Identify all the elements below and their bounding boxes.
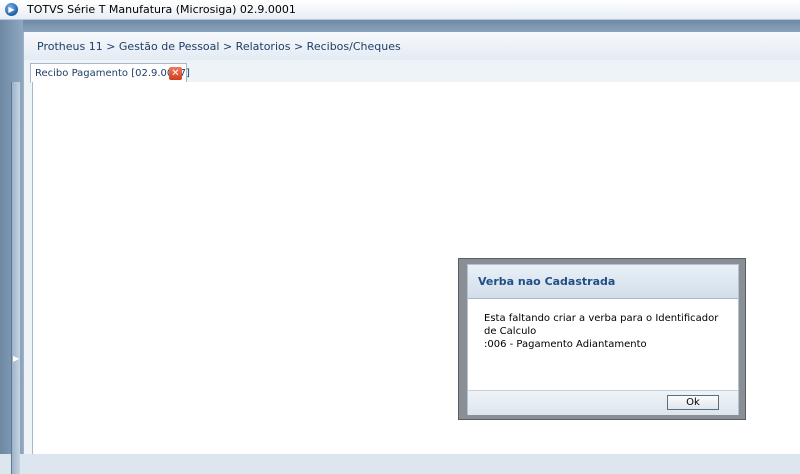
dialog-body: Verba nao Cadastrada Esta faltando criar… [467, 264, 739, 415]
sidebar-toggle-handle[interactable] [11, 82, 20, 474]
breadcrumb[interactable]: Protheus 11 > Gestão de Pessoal > Relato… [37, 40, 401, 53]
dialog-header: Verba nao Cadastrada [468, 265, 738, 299]
tab-recibo-pagamento[interactable]: Recibo Pagamento [02.9.0007] ✕ [30, 63, 190, 83]
dialog-message-line: Esta faltando criar a verba para o Ident… [484, 313, 719, 337]
left-sidebar-collapsed: ▶ [0, 20, 23, 474]
tab-bar: Recibo Pagamento [02.9.0007] ✕ [30, 61, 800, 83]
dialog-message-line: :006 - Pagamento Adiantamento [484, 339, 647, 350]
close-icon[interactable]: ✕ [169, 67, 182, 80]
window-title: TOTVS Série T Manufatura (Microsiga) 02.… [27, 3, 296, 16]
dialog-footer: Ok [468, 390, 738, 415]
breadcrumb-bar: Protheus 11 > Gestão de Pessoal > Relato… [24, 32, 800, 60]
tab-label: Recibo Pagamento [02.9.0007] [35, 68, 190, 79]
dialog-message: Esta faltando criar a verba para o Ident… [484, 312, 734, 351]
dialog-title: Verba nao Cadastrada [478, 275, 616, 288]
frame-top-bar [0, 20, 800, 32]
window-titlebar: ▶ TOTVS Série T Manufatura (Microsiga) 0… [0, 0, 800, 20]
totvs-app-icon[interactable]: ▶ [5, 3, 18, 16]
ok-button[interactable]: Ok [667, 395, 719, 410]
expand-arrow-icon[interactable]: ▶ [13, 354, 19, 363]
modal-dialog: Verba nao Cadastrada Esta faltando criar… [458, 258, 746, 420]
